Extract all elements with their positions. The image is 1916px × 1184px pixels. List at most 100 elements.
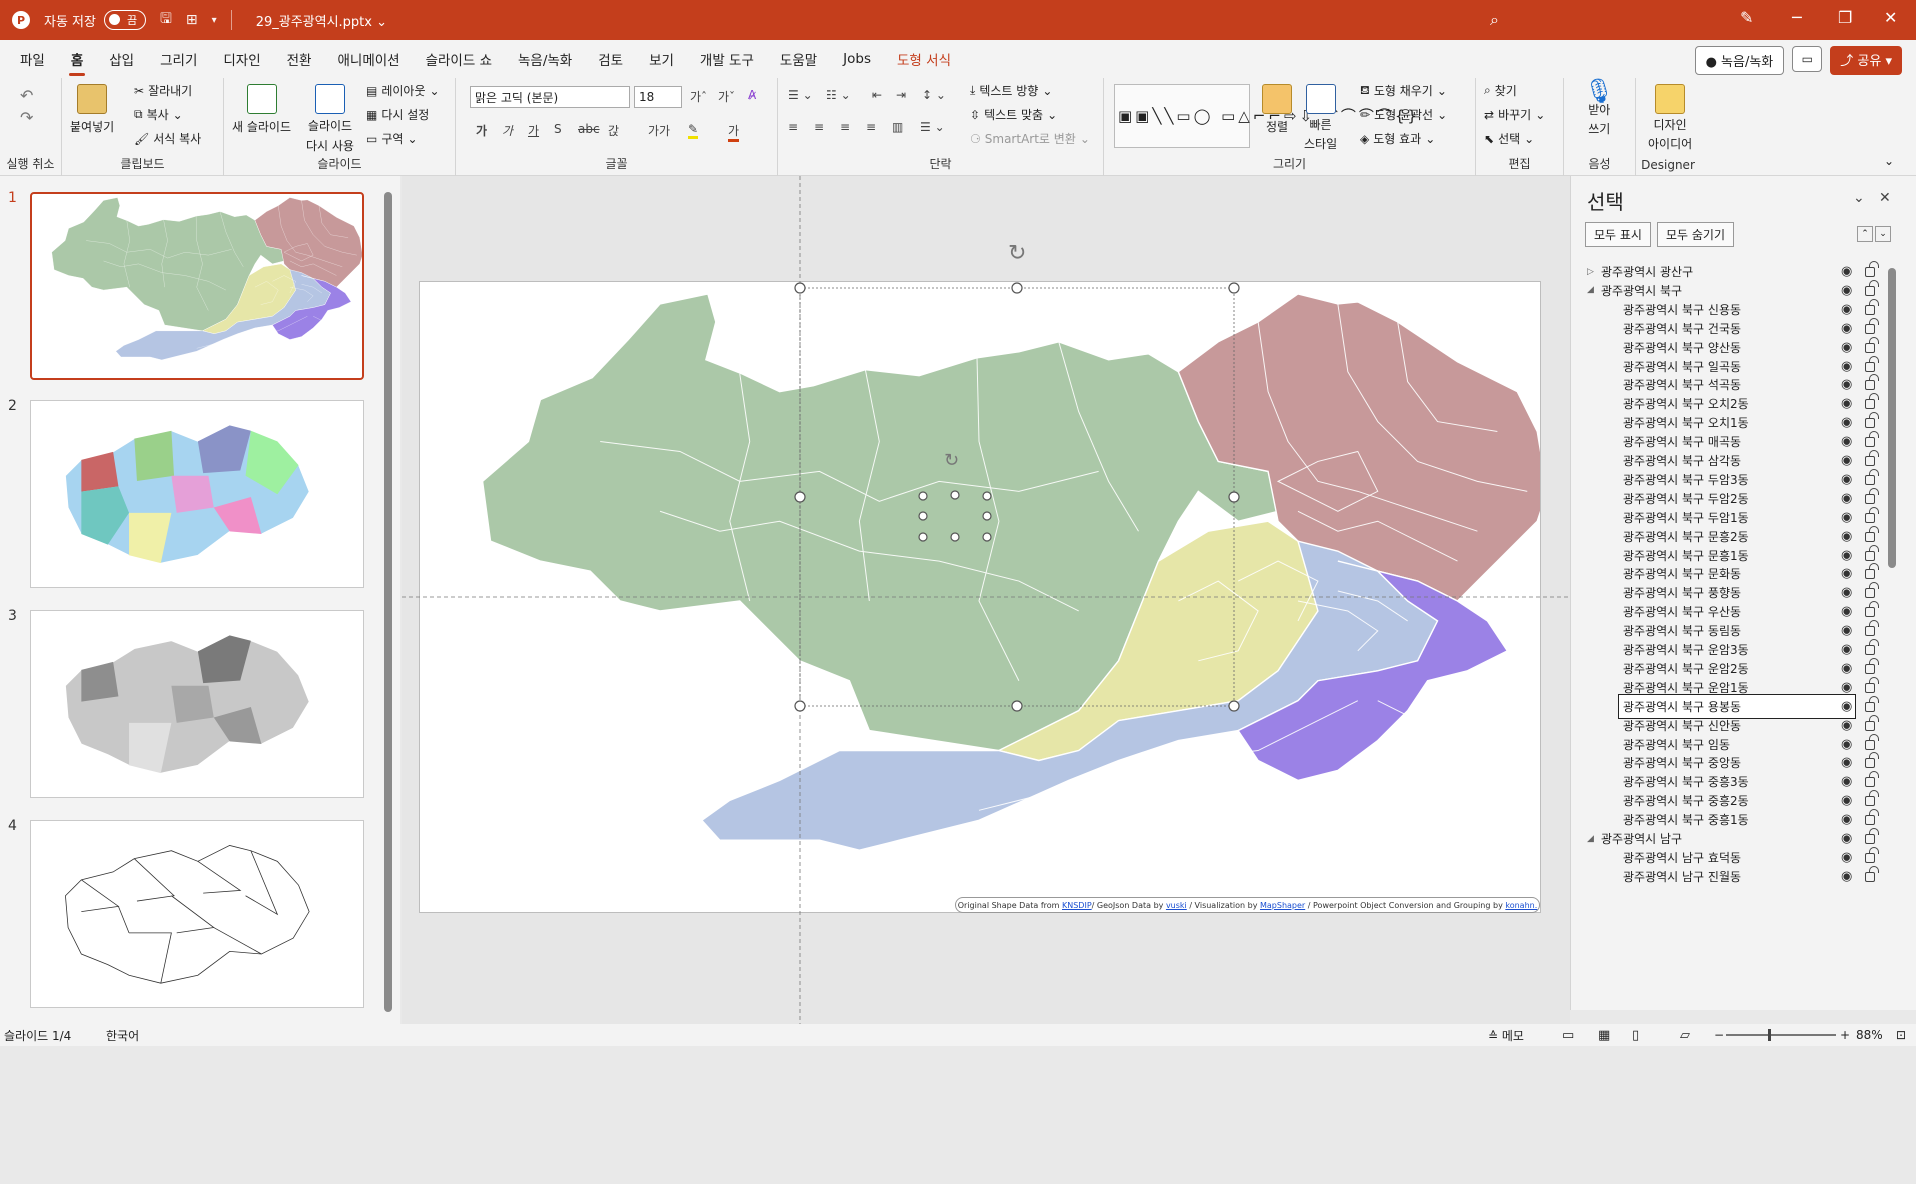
visibility-eye-icon[interactable]: ◉ xyxy=(1841,283,1852,298)
restore-icon[interactable]: ❐ xyxy=(1838,8,1852,27)
lock-icon[interactable] xyxy=(1865,676,1879,693)
lock-icon[interactable] xyxy=(1865,846,1879,863)
record-button[interactable]: ● 녹음/녹화 xyxy=(1694,46,1785,75)
tab-12[interactable]: 도움말 xyxy=(774,45,823,73)
quick-styles-button[interactable]: 빠른 스타일 xyxy=(1304,84,1337,152)
new-slide-button[interactable]: 새 슬라이드 xyxy=(232,84,291,135)
reading-view-icon[interactable]: ▯ xyxy=(1632,1028,1639,1043)
shape-fill-button[interactable]: ⛾ 도형 채우기 ⌄ xyxy=(1360,82,1447,99)
close-pane-icon[interactable]: ✕ xyxy=(1879,190,1891,206)
lock-icon[interactable] xyxy=(1865,639,1879,655)
visibility-eye-icon[interactable]: ◉ xyxy=(1841,604,1852,619)
lock-icon[interactable] xyxy=(1865,601,1879,618)
visibility-eye-icon[interactable]: ◉ xyxy=(1841,850,1852,865)
visibility-eye-icon[interactable]: ◉ xyxy=(1841,491,1852,506)
close-icon[interactable]: ✕ xyxy=(1884,8,1897,27)
undo-icon[interactable]: ↶ xyxy=(20,86,33,105)
paste-button[interactable]: 붙여넣기 xyxy=(70,84,114,135)
visibility-eye-icon[interactable]: ◉ xyxy=(1841,661,1852,676)
strikethrough-icon[interactable]: abc xyxy=(578,122,600,136)
lock-icon[interactable] xyxy=(1865,544,1879,561)
visibility-eye-icon[interactable]: ◉ xyxy=(1841,529,1852,544)
visibility-eye-icon[interactable]: ◉ xyxy=(1841,831,1852,846)
visibility-eye-icon[interactable]: ◉ xyxy=(1841,737,1852,752)
collapse-group-icon[interactable]: ◢ xyxy=(1587,285,1594,295)
collapse-ribbon-icon[interactable]: ⌄ xyxy=(1884,154,1894,168)
selection-list[interactable]: ▷ 광주광역시 광산구 ◉ ◢ 광주광역시 북구 ◉ 광주광역시 북구 신용동 ◉ 광주광역시 … xyxy=(1571,260,1903,1004)
hide-all-button[interactable]: 모두 숨기기 xyxy=(1657,222,1735,247)
visibility-eye-icon[interactable]: ◉ xyxy=(1841,453,1852,468)
credit-link-knsdip[interactable]: KNSDIP xyxy=(1062,901,1092,910)
text-direction-button[interactable]: ⤓ 텍스트 방향 ⌄ xyxy=(970,82,1052,99)
tab-14[interactable]: 도형 서식 xyxy=(891,45,957,73)
slide-thumbnail-4[interactable] xyxy=(30,820,364,1008)
slide-thumbnail-1[interactable] xyxy=(30,192,364,380)
search-icon[interactable]: ⌕ xyxy=(1490,10,1499,30)
lock-icon[interactable] xyxy=(1865,525,1879,542)
slide-thumbnail-2[interactable] xyxy=(30,400,364,588)
align-right-icon[interactable]: ≡ xyxy=(840,120,850,134)
thumbnail-scrollbar[interactable] xyxy=(384,182,392,1012)
shapes-gallery[interactable]: ▣▣╲╲▭◯ ▭△⌐⌐⇨⇩ ⌒⌒⌒⌒{} xyxy=(1114,84,1417,148)
visibility-eye-icon[interactable]: ◉ xyxy=(1841,774,1852,789)
bullets-icon[interactable]: ☰ ⌄ xyxy=(788,88,813,102)
dictate-button[interactable]: 🎙 받아 쓰기 xyxy=(1584,79,1614,137)
visibility-eye-icon[interactable]: ◉ xyxy=(1841,585,1852,600)
layout-button[interactable]: ▤ 레이아웃 ⌄ xyxy=(366,82,440,99)
tab-11[interactable]: 개발 도구 xyxy=(694,45,760,73)
font-color-icon[interactable]: 가 xyxy=(728,122,740,142)
visibility-eye-icon[interactable]: ◉ xyxy=(1841,623,1852,638)
slide[interactable] xyxy=(419,281,1548,913)
arrange-button[interactable]: 정렬 xyxy=(1262,84,1292,135)
lock-icon[interactable] xyxy=(1865,695,1879,712)
shadow-icon[interactable]: S xyxy=(554,122,562,136)
section-button[interactable]: ▭ 구역 ⌄ xyxy=(366,130,418,147)
visibility-eye-icon[interactable]: ◉ xyxy=(1841,718,1852,733)
tab-10[interactable]: 보기 xyxy=(643,45,680,73)
justify-icon[interactable]: ≡ xyxy=(866,120,876,134)
visibility-eye-icon[interactable]: ◉ xyxy=(1841,510,1852,525)
select-button[interactable]: ⬉ 선택 ⌄ xyxy=(1484,130,1534,147)
notes-button[interactable]: ≙ 메모 xyxy=(1488,1027,1524,1044)
pane-options-icon[interactable]: ⌄ xyxy=(1853,190,1865,206)
tab-2[interactable]: 삽입 xyxy=(103,45,140,73)
design-ideas-button[interactable]: 디자인 아이디어 xyxy=(1648,84,1692,152)
send-backward-icon[interactable]: ⌄ xyxy=(1875,226,1891,242)
pen-icon[interactable]: ✎ xyxy=(1740,8,1753,27)
lock-icon[interactable] xyxy=(1865,298,1879,315)
reuse-slides-button[interactable]: 슬라이드 다시 사용 xyxy=(306,84,354,154)
grow-font-icon[interactable]: 가ˆ xyxy=(690,88,707,105)
credit-link-mapshaper[interactable]: MapShaper xyxy=(1260,901,1305,910)
lock-icon[interactable] xyxy=(1865,657,1879,674)
lock-icon[interactable] xyxy=(1865,790,1879,807)
lock-icon[interactable] xyxy=(1865,714,1879,731)
decrease-indent-icon[interactable]: ⇤ xyxy=(872,88,882,102)
lock-icon[interactable] xyxy=(1865,336,1879,353)
visibility-eye-icon[interactable]: ◉ xyxy=(1841,680,1852,695)
zoom-out-icon[interactable]: − xyxy=(1714,1028,1724,1042)
format-painter-button[interactable]: 🖌 서식 복사 xyxy=(134,130,201,147)
reset-button[interactable]: ▦ 다시 설정 xyxy=(366,106,429,123)
lock-icon[interactable] xyxy=(1865,374,1879,391)
visibility-eye-icon[interactable]: ◉ xyxy=(1841,359,1852,374)
lock-icon[interactable] xyxy=(1865,412,1879,429)
lock-icon[interactable] xyxy=(1865,355,1879,372)
lock-icon[interactable] xyxy=(1865,809,1879,826)
normal-view-icon[interactable]: ▭ xyxy=(1562,1028,1574,1043)
slideshow-icon[interactable]: ▱ xyxy=(1680,1028,1690,1043)
text-align-dropdown-icon[interactable]: ☰ ⌄ xyxy=(920,120,945,134)
selection-row[interactable]: 광주광역시 남구 진월동 ◉ xyxy=(1571,865,1903,888)
bold-icon[interactable]: 가 xyxy=(476,122,487,139)
visibility-eye-icon[interactable]: ◉ xyxy=(1841,793,1852,808)
tab-8[interactable]: 녹음/녹화 xyxy=(512,45,578,73)
lock-icon[interactable] xyxy=(1865,771,1879,788)
visibility-eye-icon[interactable]: ◉ xyxy=(1841,434,1852,449)
align-text-button[interactable]: ⇳ 텍스트 맞춤 ⌄ xyxy=(970,106,1057,123)
highlight-icon[interactable]: ✎ xyxy=(688,122,699,139)
font-size-dropdown[interactable]: 18 xyxy=(634,86,682,108)
redo-icon[interactable]: ↷ xyxy=(20,108,33,127)
zoom-level[interactable]: 88% xyxy=(1856,1028,1883,1042)
save-icon[interactable]: 🖫 xyxy=(160,8,172,32)
visibility-eye-icon[interactable]: ◉ xyxy=(1841,812,1852,827)
lock-icon[interactable] xyxy=(1865,279,1879,296)
